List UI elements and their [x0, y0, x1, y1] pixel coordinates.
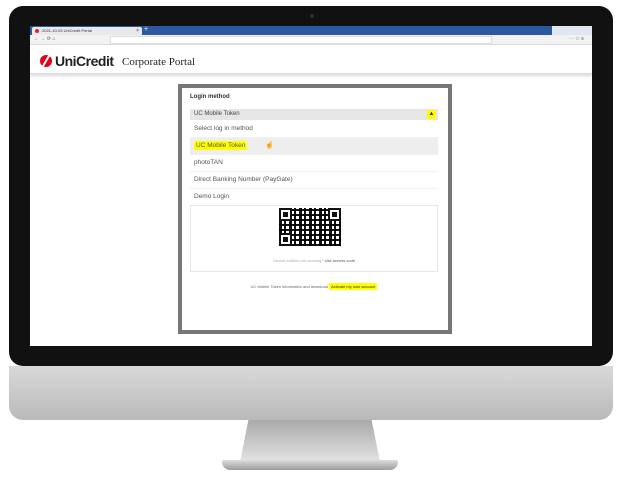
toolbar-icons[interactable]: ⋯ ☆ ≡ — [569, 35, 584, 44]
monitor-base — [222, 460, 398, 470]
window-controls[interactable] — [552, 26, 592, 35]
unicredit-logo-icon — [40, 55, 52, 67]
favicon-icon — [35, 29, 39, 33]
option-uc-mobile-token[interactable]: UC Mobile Token ☝ — [190, 138, 438, 155]
token-info: UC Mobile Token information and download… — [250, 283, 378, 290]
login-method-options: Select log in method UC Mobile Token ☝ ph… — [190, 121, 438, 206]
option-direct-banking[interactable]: Direct Banking Number (PayGate) — [190, 172, 438, 189]
activate-account-link[interactable]: Activate my own account — [329, 283, 378, 290]
qr-corner — [279, 233, 292, 246]
select-value: UC Mobile Token — [194, 111, 240, 117]
chevron-up-icon[interactable]: ▲ — [427, 110, 436, 119]
monitor-stand — [240, 420, 380, 462]
close-tab-icon[interactable]: × — [136, 27, 139, 35]
login-panel: Login method UC Mobile Token ▲ Select lo… — [178, 84, 452, 334]
qr-corner — [328, 208, 341, 221]
option-phototan[interactable]: photoTAN — [190, 155, 438, 172]
option-select-login[interactable]: Select log in method — [190, 121, 438, 138]
site-header: UniCredit Corporate Portal — [30, 45, 592, 74]
access-code-link[interactable]: Use access code — [325, 258, 355, 263]
qr-corner — [279, 208, 292, 221]
monitor-camera — [310, 14, 314, 18]
qr-help: Device method not working? Use access co… — [272, 258, 356, 263]
login-method-select[interactable]: UC Mobile Token ▲ — [190, 109, 438, 120]
tab-title: 2021-10-03 UniCredit Portal — [42, 28, 92, 33]
browser-nav-bar: ← → ⟳ ⌂ ⋯ ☆ ≡ — [30, 35, 592, 45]
qr-code-icon — [279, 208, 341, 246]
browser-tab-bar: 2021-10-03 UniCredit Portal × + — [30, 26, 592, 35]
login-method-title: Login method — [190, 94, 230, 100]
option-demo-login[interactable]: Demo Login — [190, 189, 438, 206]
screen: 2021-10-03 UniCredit Portal × + ← → ⟳ ⌂ … — [30, 26, 592, 346]
new-tab-button[interactable]: + — [144, 26, 148, 34]
monitor-chin — [9, 366, 613, 420]
qr-code-box: Device method not working? Use access co… — [190, 205, 438, 272]
logo-text: UniCredit — [55, 53, 114, 69]
address-bar[interactable] — [110, 36, 492, 44]
nav-buttons[interactable]: ← → ⟳ ⌂ — [34, 35, 55, 44]
browser-tab[interactable]: 2021-10-03 UniCredit Portal × — [32, 27, 142, 35]
hand-cursor-icon: ☝ — [265, 142, 274, 149]
portal-title: Corporate Portal — [122, 56, 196, 68]
